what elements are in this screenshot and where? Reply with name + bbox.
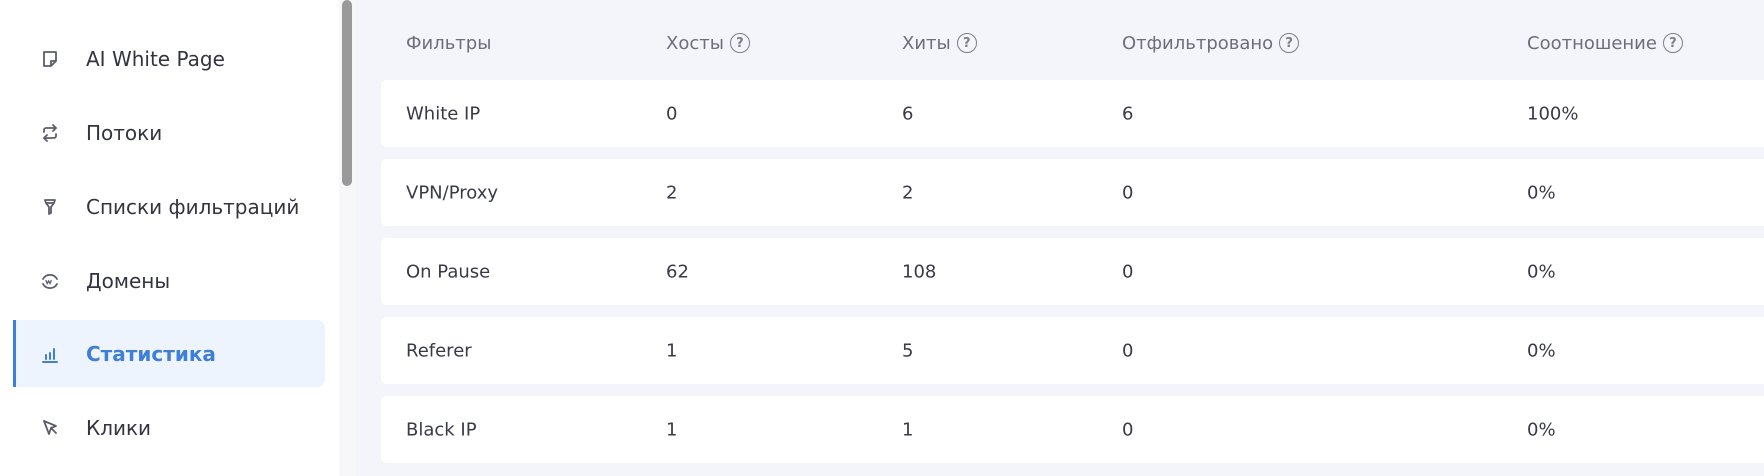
cell-filter: Black IP (406, 419, 477, 440)
cell-hits: 5 (902, 340, 914, 361)
sidebar-scrollbar-thumb[interactable] (342, 0, 352, 186)
cell-filtered: 0 (1122, 182, 1134, 203)
cursor-icon (39, 417, 61, 439)
domain-icon (39, 270, 61, 292)
cell-hits: 108 (902, 261, 937, 282)
cell-filter: VPN/Proxy (406, 182, 499, 203)
bar-chart-icon (39, 343, 61, 365)
cell-filtered: 0 (1122, 419, 1134, 440)
column-header-filters: Фильтры (406, 30, 491, 56)
cell-filtered: 0 (1122, 261, 1134, 282)
cell-hosts: 0 (666, 103, 678, 124)
table-row: Referer 1 5 0 0% (381, 317, 1764, 384)
cell-filter: White IP (406, 103, 481, 124)
help-icon[interactable]: ? (956, 33, 977, 53)
column-header-label: Хосты (666, 32, 724, 54)
sidebar-item-label: Клики (86, 415, 152, 440)
table-row: White IP 0 6 6 100% (381, 80, 1764, 147)
cell-hits: 1 (902, 419, 914, 440)
cell-filter: On Pause (406, 261, 491, 282)
column-header-hits: Хиты ? (902, 30, 977, 56)
table-row: Black IP 1 1 0 0% (381, 396, 1764, 463)
page-icon (39, 48, 61, 70)
cell-ratio: 0% (1527, 340, 1556, 361)
sidebar-item-label: Статистика (86, 341, 216, 366)
sidebar-item-ai-white-page[interactable]: AI White Page (13, 25, 325, 92)
sidebar-item-domains[interactable]: Домены (13, 247, 325, 314)
cell-filter: Referer (406, 340, 472, 361)
cell-hosts: 1 (666, 419, 678, 440)
sidebar-item-filter-lists[interactable]: Списки фильтраций (13, 173, 325, 240)
cell-hits: 6 (902, 103, 914, 124)
column-header-filtered: Отфильтровано ? (1122, 30, 1300, 56)
sidebar-item-label: Списки фильтраций (86, 194, 300, 219)
sidebar: AI White Page Потоки Списки фильтраций Д… (0, 0, 339, 476)
sidebar-item-statistics[interactable]: Статистика (13, 320, 325, 387)
cell-ratio: 0% (1527, 419, 1556, 440)
cell-hosts: 1 (666, 340, 678, 361)
cell-filtered: 0 (1122, 340, 1134, 361)
column-header-label: Фильтры (406, 32, 492, 54)
column-header-label: Хиты (902, 32, 951, 54)
help-icon[interactable]: ? (729, 33, 750, 53)
cell-ratio: 0% (1527, 182, 1556, 203)
sidebar-item-label: Потоки (86, 120, 163, 145)
sidebar-item-clicks[interactable]: Клики (13, 394, 325, 461)
column-header-ratio: Соотношение ? (1527, 30, 1683, 56)
sidebar-item-flows[interactable]: Потоки (13, 99, 325, 166)
cell-hosts: 2 (666, 182, 678, 203)
column-header-label: Отфильтровано (1122, 32, 1274, 54)
column-header-hosts: Хосты ? (666, 30, 750, 56)
help-icon[interactable]: ? (1279, 33, 1300, 53)
help-icon[interactable]: ? (1662, 33, 1683, 53)
table-row: VPN/Proxy 2 2 0 0% (381, 159, 1764, 226)
filter-icon (39, 196, 61, 218)
cell-hits: 2 (902, 182, 914, 203)
cell-hosts: 62 (666, 261, 689, 282)
cell-ratio: 0% (1527, 261, 1556, 282)
table-row: On Pause 62 108 0 0% (381, 238, 1764, 305)
repeat-icon (39, 122, 61, 144)
statistics-table: Фильтры Хосты ? Хиты ? Отфильтровано ? С… (356, 0, 1764, 476)
sidebar-item-label: AI White Page (86, 46, 225, 71)
sidebar-item-label: Домены (86, 268, 171, 293)
cell-ratio: 100% (1527, 103, 1579, 124)
column-header-label: Соотношение (1527, 32, 1657, 54)
cell-filtered: 6 (1122, 103, 1134, 124)
